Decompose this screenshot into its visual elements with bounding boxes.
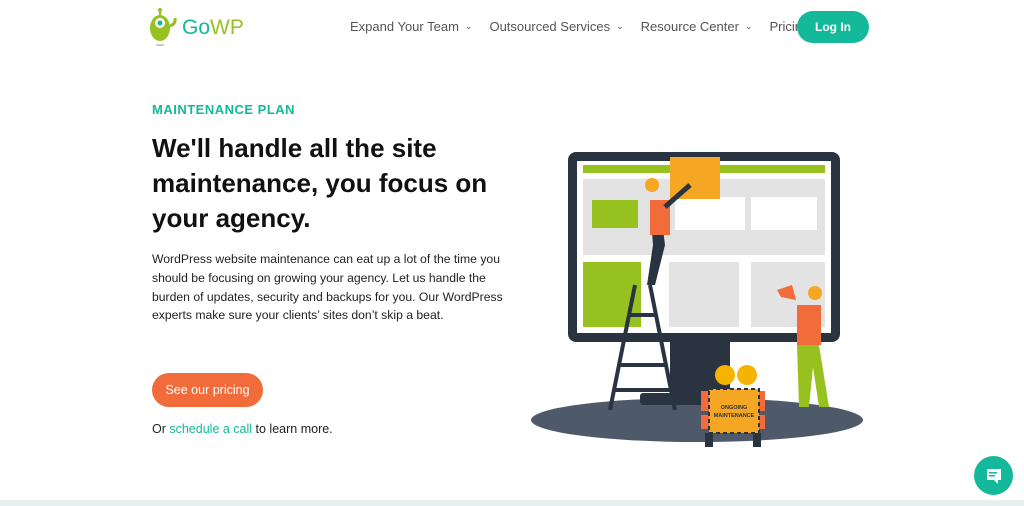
robot-mascot-icon <box>150 8 177 46</box>
menu-outsourced-services[interactable]: Outsourced Services ⌄ <box>489 19 623 34</box>
menu-resource-center[interactable]: Resource Center ⌄ <box>641 19 753 34</box>
menu-label: Outsourced Services <box>489 19 611 34</box>
gowp-logo[interactable]: GoWP <box>148 8 244 48</box>
suffix: to learn more. <box>252 422 333 436</box>
menu-expand-your-team[interactable]: Expand Your Team ⌄ <box>350 19 472 34</box>
svg-text:ONGOING: ONGOING <box>721 405 748 411</box>
chat-bubble-icon <box>986 468 1001 484</box>
schedule-call-text: Or schedule a call to learn more. <box>152 422 333 436</box>
section-divider <box>0 500 1024 506</box>
chevron-down-icon: ⌄ <box>616 21 624 31</box>
svg-text:MAINTENANCE: MAINTENANCE <box>714 413 755 419</box>
chevron-down-icon: ⌄ <box>744 21 753 31</box>
prefix: Or <box>152 422 170 436</box>
menu-label: Resource Center <box>640 19 739 34</box>
see-pricing-button[interactable]: See our pricing <box>152 373 263 407</box>
maintenance-illustration: ONGOING MAINTENANCE <box>531 152 863 447</box>
eyebrow-label: MAINTENANCE PLAN <box>152 102 296 117</box>
login-button[interactable]: Log In <box>797 11 869 43</box>
chat-button[interactable] <box>974 456 1013 495</box>
hero-description: WordPress website maintenance can eat up… <box>152 252 503 323</box>
main-menu: Expand Your Team ⌄ Outsourced Services ⌄ R… <box>350 19 809 34</box>
chevron-down-icon: ⌄ <box>464 21 473 31</box>
top-nav: GoWP Expand Your Team ⌄ Outsourced Servic… <box>0 0 1024 55</box>
page-title: We'll handle all the site maintenance, y… <box>152 133 488 233</box>
logo-text-wp: WP <box>210 16 244 39</box>
schedule-call-link[interactable]: schedule a call <box>169 422 252 436</box>
menu-label: Expand Your Team <box>350 19 459 34</box>
logo-text-go: Go <box>182 16 211 39</box>
